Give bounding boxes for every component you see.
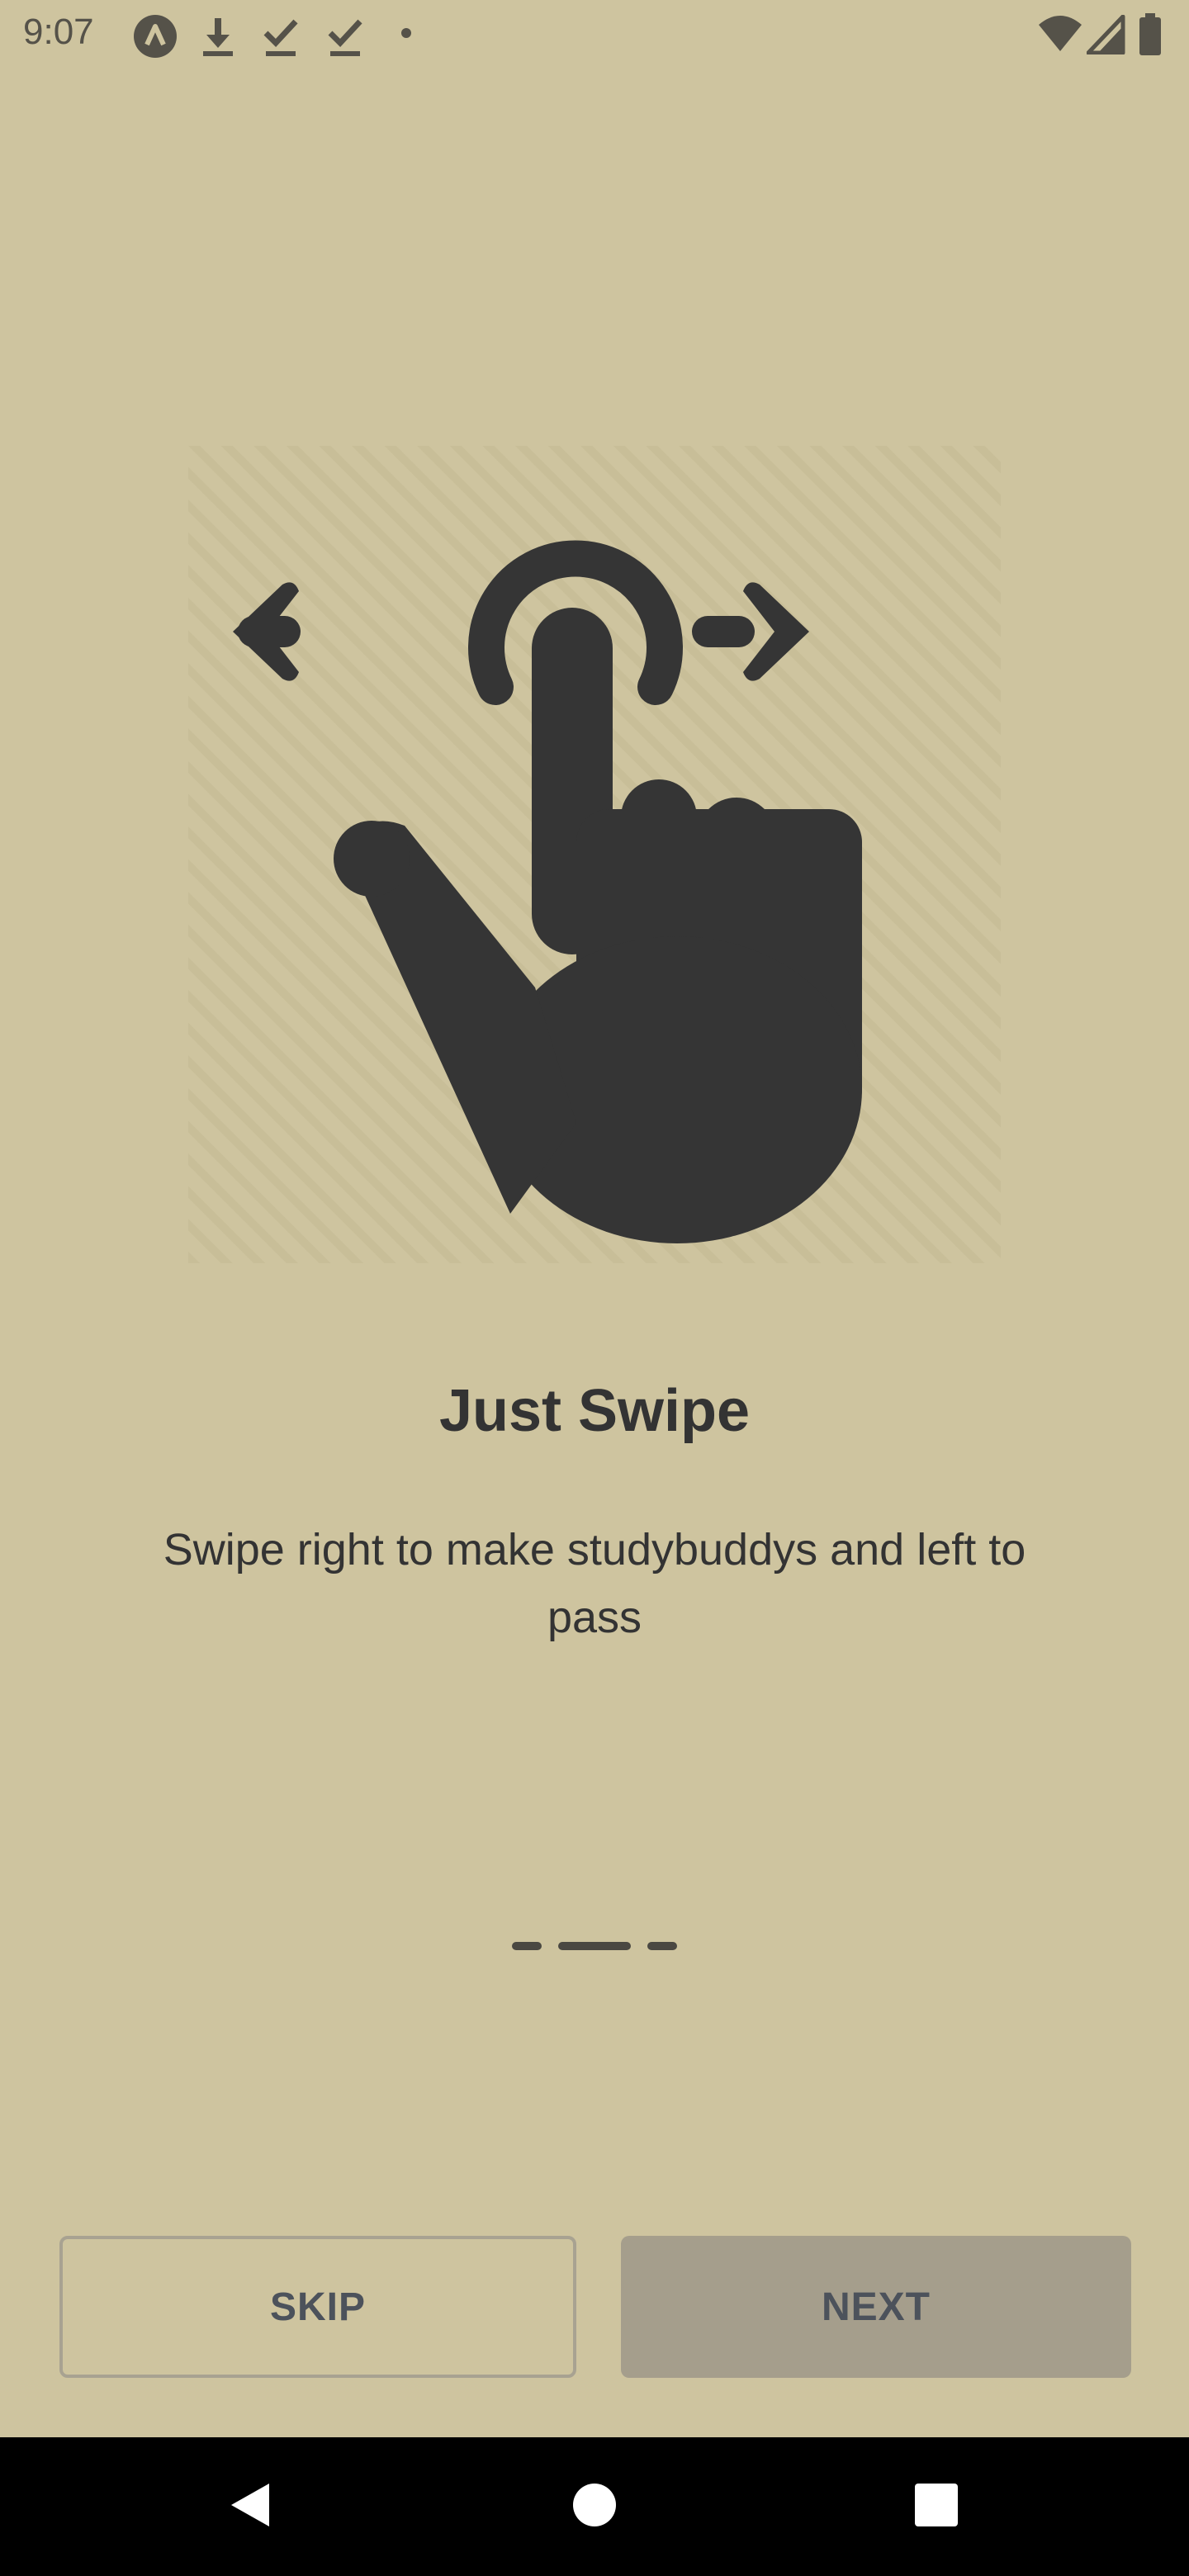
download-icon — [198, 15, 238, 62]
swipe-gesture-icon — [188, 446, 1001, 1263]
battery-icon — [1138, 13, 1163, 60]
onboarding-description: Swipe right to make studybuddys and left… — [163, 1525, 1026, 1642]
page-indicator-dot — [647, 1942, 677, 1950]
page-indicator-dot — [512, 1942, 542, 1950]
app-logo-icon — [132, 13, 178, 64]
dot-icon — [400, 26, 413, 44]
navigation-bar — [0, 2437, 1189, 2576]
back-icon — [226, 2480, 272, 2534]
cell-signal-icon — [1086, 14, 1126, 59]
page-indicator-dot-active — [558, 1942, 631, 1950]
next-button[interactable]: NEXT — [621, 2236, 1131, 2378]
page-indicator — [0, 1942, 1189, 1952]
next-button-label: NEXT — [821, 2285, 931, 2329]
skip-button-label: SKIP — [269, 2285, 367, 2329]
home-icon — [571, 2482, 618, 2532]
home-button[interactable] — [525, 2437, 664, 2576]
skip-button[interactable]: SKIP — [59, 2236, 576, 2378]
onboarding-title: Just Swipe — [438, 1378, 751, 1444]
download-done-icon — [261, 15, 301, 62]
recents-icon — [914, 2483, 959, 2531]
status-bar: 9:07 — [0, 0, 1189, 74]
status-time: 9:07 — [23, 12, 94, 52]
back-button[interactable] — [180, 2437, 319, 2576]
recents-button[interactable] — [867, 2437, 1006, 2576]
wifi-icon — [1037, 15, 1083, 59]
download-done-icon — [325, 15, 365, 62]
